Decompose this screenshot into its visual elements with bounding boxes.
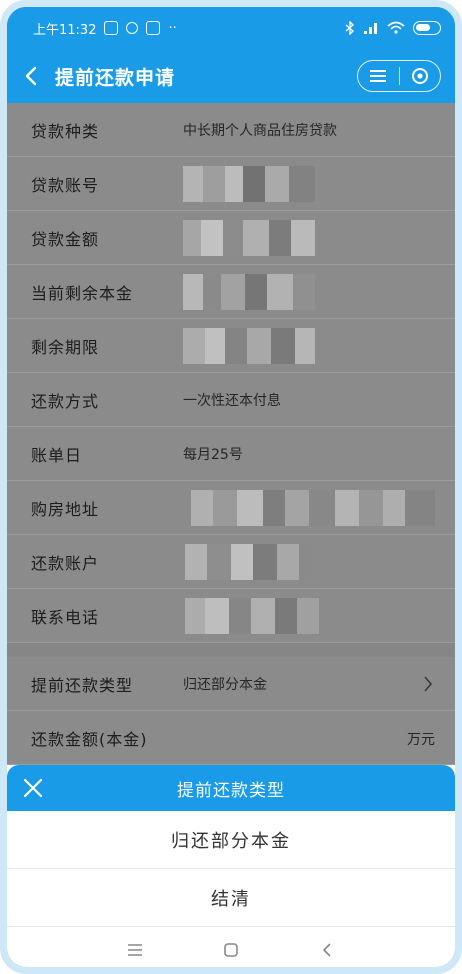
row-label: 还款方式 xyxy=(31,391,100,411)
row-label: 还款账户 xyxy=(31,553,100,573)
square-icon xyxy=(224,943,238,957)
chevron-left-icon xyxy=(25,66,37,86)
row-remaining-term: 剩余期限 xyxy=(7,319,455,373)
battery-icon xyxy=(413,21,441,35)
pixelated-value xyxy=(183,327,315,364)
row-property-address: 购房地址 xyxy=(7,481,455,535)
wifi-icon xyxy=(387,21,405,34)
prepay-amount-row[interactable]: 还款金额(本金) 万元 xyxy=(7,711,455,765)
row-loan-type: 贷款种类 中长期个人商品住房贷款 xyxy=(7,103,455,157)
row-label: 贷款金额 xyxy=(31,229,100,249)
menu-icon xyxy=(370,70,387,82)
pixelated-value xyxy=(183,165,315,202)
nav-home-button[interactable] xyxy=(211,935,251,965)
amount-unit: 万元 xyxy=(407,732,435,748)
menu-icon xyxy=(128,944,142,956)
prepay-group: 提前还款类型 归还部分本金 还款金额(本金) 万元 xyxy=(7,657,455,765)
row-value: 中长期个人商品住房贷款 xyxy=(183,122,337,139)
prepay-type-sheet: 提前还款类型 归还部分本金 结清 xyxy=(7,765,455,967)
row-repayment-method: 还款方式 一次性还本付息 xyxy=(7,373,455,427)
pixelated-value xyxy=(185,543,319,580)
row-value: 每月25号 xyxy=(183,446,243,463)
pixelated-value xyxy=(185,597,319,634)
row-label: 账单日 xyxy=(31,445,83,465)
row-repayment-account: 还款账户 xyxy=(7,535,455,589)
nav-back-button[interactable] xyxy=(307,935,347,965)
row-label: 当前剩余本金 xyxy=(31,283,134,303)
app-header: 提前还款申请 xyxy=(7,49,455,103)
option-partial-principal[interactable]: 归还部分本金 xyxy=(7,811,455,869)
option-settle[interactable]: 结清 xyxy=(7,869,455,927)
mini-program-capsule xyxy=(357,60,441,92)
row-label: 提前还款类型 xyxy=(31,675,134,695)
bluetooth-icon xyxy=(345,21,355,35)
app-notification-icon xyxy=(146,21,161,35)
row-label: 贷款种类 xyxy=(31,121,100,141)
row-value: 一次性还本付息 xyxy=(183,392,281,409)
row-value: 归还部分本金 xyxy=(183,676,267,693)
row-label: 购房地址 xyxy=(31,499,100,519)
status-time: 上午11:32 xyxy=(33,22,97,38)
row-contact-phone: 联系电话 xyxy=(7,589,455,643)
section-separator xyxy=(7,643,455,657)
row-billing-day: 账单日 每月25号 xyxy=(7,427,455,481)
row-label: 贷款账号 xyxy=(31,175,100,195)
status-bar: 上午11:32 ·· xyxy=(7,7,455,49)
loan-info-content: 贷款种类 中长期个人商品住房贷款 贷款账号 贷款金额 当前剩余本金 剩余期限 还… xyxy=(7,103,455,773)
signal-icon xyxy=(364,23,377,34)
loan-info-group: 贷款种类 中长期个人商品住房贷款 贷款账号 贷款金额 当前剩余本金 剩余期限 还… xyxy=(7,103,455,643)
sheet-header: 提前还款类型 xyxy=(7,765,455,811)
pixelated-value xyxy=(183,273,315,310)
pixelated-value xyxy=(183,219,315,256)
nav-menu-button[interactable] xyxy=(115,935,155,965)
close-icon[interactable] xyxy=(21,776,45,800)
row-label: 联系电话 xyxy=(31,607,100,627)
notification-icon xyxy=(104,21,119,35)
sheet-title: 提前还款类型 xyxy=(177,780,285,801)
row-label: 剩余期限 xyxy=(31,337,100,357)
pixelated-value xyxy=(191,489,435,526)
row-loan-account: 贷款账号 xyxy=(7,157,455,211)
row-loan-amount: 贷款金额 xyxy=(7,211,455,265)
system-nav-bar xyxy=(7,927,455,967)
row-remaining-principal: 当前剩余本金 xyxy=(7,265,455,319)
menu-button[interactable] xyxy=(358,61,399,91)
exit-button[interactable] xyxy=(400,61,441,91)
back-button[interactable] xyxy=(7,49,55,103)
page-title: 提前还款申请 xyxy=(55,66,176,89)
status-more: ·· xyxy=(168,20,177,36)
row-label: 还款金额(本金) xyxy=(31,729,148,749)
phone-screen: 上午11:32 ·· 提前还款申请 贷款种类 中长期个人商品住房贷款 贷款账号 … xyxy=(0,0,462,974)
chevron-left-icon xyxy=(322,943,331,957)
location-icon xyxy=(126,22,139,34)
prepay-type-row[interactable]: 提前还款类型 归还部分本金 xyxy=(7,657,455,711)
target-icon xyxy=(411,68,428,84)
chevron-right-icon xyxy=(424,676,433,692)
